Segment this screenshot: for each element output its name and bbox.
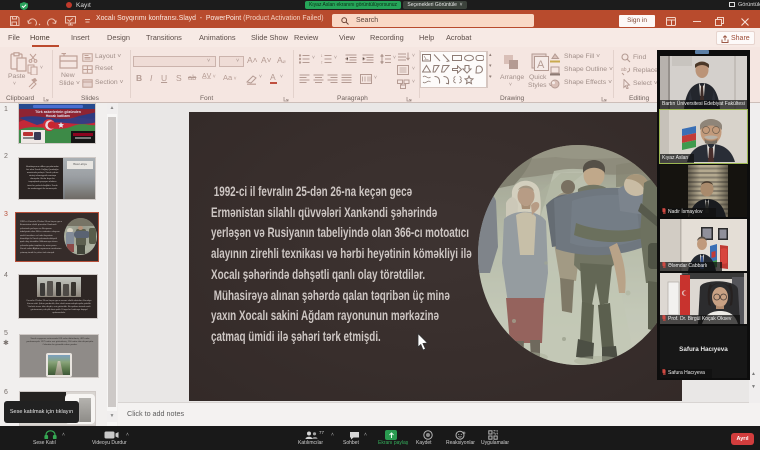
svg-text:A: A [537,59,545,71]
svg-text:1: 1 [321,54,323,58]
svg-text:ab: ab [621,67,627,73]
svg-text:2: 2 [321,61,323,65]
